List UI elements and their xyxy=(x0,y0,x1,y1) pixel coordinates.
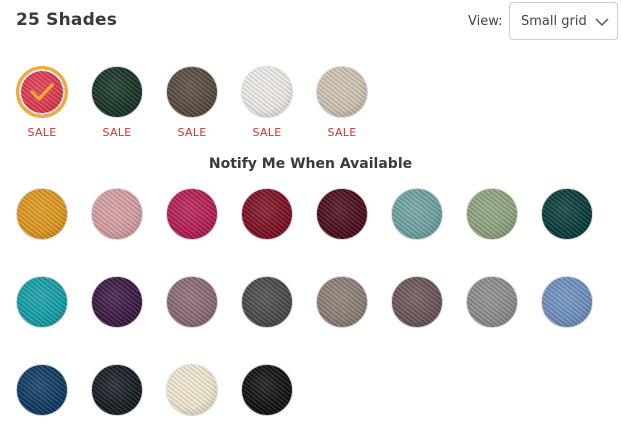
color-swatch[interactable] xyxy=(241,276,293,328)
swatch-shading xyxy=(92,365,142,415)
swatch-shading xyxy=(317,189,367,239)
color-swatch[interactable] xyxy=(91,276,143,328)
sale-badge: SALE xyxy=(27,126,57,139)
shades-title: 25 Shades xyxy=(16,10,118,30)
swatch-shading xyxy=(317,67,367,117)
color-swatch[interactable] xyxy=(166,66,218,118)
view-select-value: Small grid xyxy=(521,14,587,29)
swatch-shading xyxy=(167,277,217,327)
color-swatch[interactable] xyxy=(316,188,368,240)
color-swatch[interactable] xyxy=(241,188,293,240)
swatch-shading xyxy=(92,67,142,117)
swatch-shading xyxy=(392,189,442,239)
checkmark-icon xyxy=(30,83,54,101)
swatch-shading xyxy=(92,189,142,239)
color-swatch[interactable] xyxy=(166,188,218,240)
color-swatch[interactable] xyxy=(91,364,143,416)
color-swatch[interactable] xyxy=(241,364,293,416)
swatch-shading xyxy=(17,277,67,327)
color-swatch[interactable] xyxy=(541,188,593,240)
color-swatch[interactable] xyxy=(91,66,143,118)
swatch-shading xyxy=(92,277,142,327)
swatch-shading xyxy=(242,189,292,239)
view-label: View: xyxy=(468,14,503,29)
swatch-shading xyxy=(242,277,292,327)
swatch-shading xyxy=(242,67,292,117)
swatch-shading xyxy=(467,189,517,239)
swatch-shading xyxy=(167,365,217,415)
color-swatch[interactable] xyxy=(316,276,368,328)
view-select[interactable]: Small grid xyxy=(509,2,618,40)
color-swatch[interactable] xyxy=(391,188,443,240)
color-swatch[interactable] xyxy=(541,276,593,328)
color-swatch[interactable] xyxy=(16,66,68,118)
color-swatch[interactable] xyxy=(166,276,218,328)
color-swatch[interactable] xyxy=(16,364,68,416)
swatch-shading xyxy=(317,277,367,327)
swatch-shading xyxy=(542,277,592,327)
swatch-shading xyxy=(392,277,442,327)
swatch-shading xyxy=(17,365,67,415)
sale-badge: SALE xyxy=(252,126,282,139)
color-swatch[interactable] xyxy=(166,364,218,416)
chevron-down-icon xyxy=(595,18,609,27)
swatch-shading xyxy=(167,67,217,117)
notify-heading: Notify Me When Available xyxy=(208,156,413,172)
sale-badge: SALE xyxy=(327,126,357,139)
color-swatch[interactable] xyxy=(391,276,443,328)
swatch-shading xyxy=(167,189,217,239)
sale-badge: SALE xyxy=(177,126,207,139)
color-swatch[interactable] xyxy=(316,66,368,118)
color-swatch[interactable] xyxy=(91,188,143,240)
color-swatch[interactable] xyxy=(466,188,518,240)
swatch-shading xyxy=(542,189,592,239)
color-swatch[interactable] xyxy=(466,276,518,328)
color-swatch[interactable] xyxy=(241,66,293,118)
sale-badge: SALE xyxy=(102,126,132,139)
swatch-shading xyxy=(242,365,292,415)
swatch-shading xyxy=(17,189,67,239)
color-swatch[interactable] xyxy=(16,276,68,328)
color-swatch[interactable] xyxy=(16,188,68,240)
swatch-shading xyxy=(467,277,517,327)
